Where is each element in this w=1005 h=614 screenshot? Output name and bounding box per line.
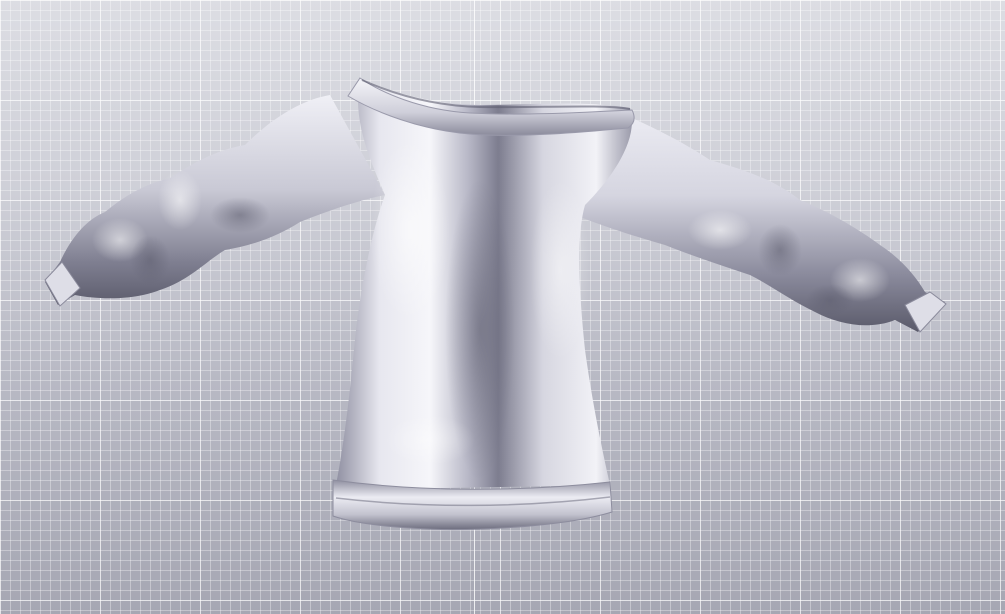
right-sleeve [575, 105, 945, 332]
3d-viewport[interactable] [0, 0, 1005, 614]
left-sleeve [45, 95, 385, 305]
sweater-model[interactable] [0, 0, 1005, 614]
